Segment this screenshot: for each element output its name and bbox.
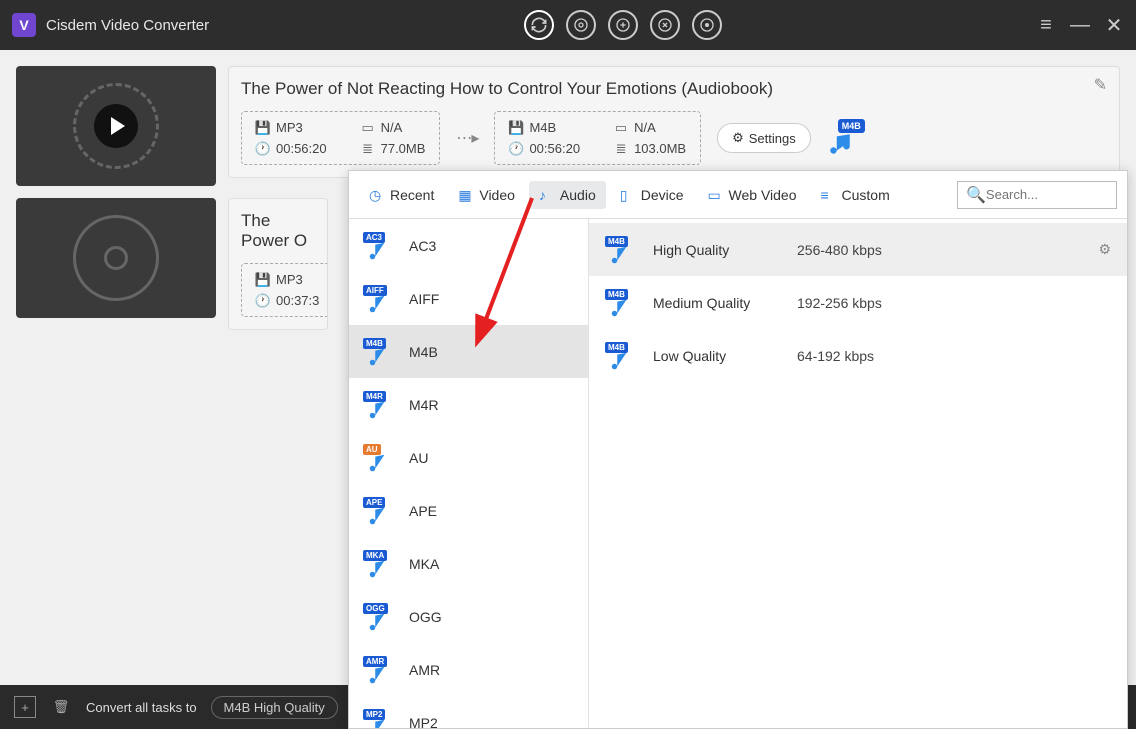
- target-format-selector[interactable]: M4B High Quality: [211, 696, 338, 719]
- quality-item[interactable]: M4BHigh Quality256-480 kbps⚙: [589, 223, 1127, 276]
- rip-icon[interactable]: [566, 10, 596, 40]
- download-icon[interactable]: [608, 10, 638, 40]
- burn-icon[interactable]: [692, 10, 722, 40]
- task-title: The Power of Not Reacting How to Control…: [241, 79, 1107, 99]
- search-input[interactable]: [986, 187, 1106, 202]
- tab-video[interactable]: ▦Video: [448, 181, 525, 209]
- app-title: Cisdem Video Converter: [46, 17, 209, 34]
- size-icon: ≣: [614, 142, 628, 156]
- edit-title-icon[interactable]: ✎: [1094, 75, 1107, 95]
- film-icon: ▦: [458, 187, 474, 203]
- gear-icon[interactable]: ⚙: [1098, 241, 1111, 258]
- save-icon: 💾: [256, 273, 270, 287]
- save-icon: 💾: [509, 121, 523, 135]
- phone-icon: ▯: [620, 187, 636, 203]
- format-popup: ◷Recent ▦Video ♪Audio ▯Device ▭Web Video…: [348, 170, 1128, 729]
- format-item-mka[interactable]: MKAMKA: [349, 537, 588, 590]
- format-item-ac3[interactable]: AC3AC3: [349, 219, 588, 272]
- size-icon: ≣: [361, 142, 375, 156]
- sliders-icon: ≡: [821, 187, 837, 203]
- arrow-icon: ⋯▸: [456, 128, 478, 148]
- quality-list[interactable]: M4BHigh Quality256-480 kbps⚙M4BMedium Qu…: [589, 219, 1127, 728]
- convert-all-label: Convert all tasks to: [86, 700, 197, 715]
- menu-icon[interactable]: ≡: [1036, 14, 1056, 37]
- thumbnail[interactable]: [16, 198, 216, 318]
- minimize-button[interactable]: —: [1070, 14, 1090, 37]
- settings-button[interactable]: ⚙Settings: [717, 123, 811, 153]
- format-item-m4r[interactable]: M4RM4R: [349, 378, 588, 431]
- task-title: The Power O: [241, 211, 315, 251]
- tab-device[interactable]: ▯Device: [610, 181, 694, 209]
- quality-item[interactable]: M4BMedium Quality192-256 kbps: [589, 276, 1127, 329]
- mode-icons: [524, 10, 722, 40]
- tab-custom[interactable]: ≡Custom: [811, 181, 900, 209]
- delete-task-button[interactable]: 🗑: [50, 696, 72, 718]
- popup-tabs: ◷Recent ▦Video ♪Audio ▯Device ▭Web Video…: [349, 171, 1127, 219]
- close-button[interactable]: ✕: [1104, 13, 1124, 38]
- add-task-button[interactable]: +: [14, 696, 36, 718]
- thumbnail[interactable]: [16, 66, 216, 186]
- input-box: 💾MP3 ▭N/A 🕐00:56:20 ≣77.0MB: [241, 111, 440, 165]
- task-card: The Power O 💾MP3 🕐00:37:3: [228, 198, 328, 330]
- gear-icon: ⚙: [732, 130, 744, 146]
- format-item-mp2[interactable]: MP2MP2: [349, 696, 588, 728]
- wave-icon: ♪: [539, 187, 555, 203]
- format-item-ape[interactable]: APEAPE: [349, 484, 588, 537]
- tab-audio[interactable]: ♪Audio: [529, 181, 606, 209]
- format-item-m4b[interactable]: M4BM4B: [349, 325, 588, 378]
- clock-icon: 🕐: [256, 142, 270, 156]
- format-item-amr[interactable]: AMRAMR: [349, 643, 588, 696]
- format-item-aiff[interactable]: AIFFAIFF: [349, 272, 588, 325]
- output-box[interactable]: 💾M4B ▭N/A 🕐00:56:20 ≣103.0MB: [494, 111, 701, 165]
- task-row: The Power of Not Reacting How to Control…: [16, 66, 1120, 186]
- web-icon: ▭: [708, 187, 724, 203]
- titlebar: V Cisdem Video Converter ≡ — ✕: [0, 0, 1136, 50]
- search-box[interactable]: 🔍: [957, 181, 1117, 209]
- app-logo: V: [12, 13, 36, 37]
- res-icon: ▭: [614, 121, 628, 135]
- clock-icon: 🕐: [509, 142, 523, 156]
- format-badge[interactable]: M4B: [827, 119, 865, 157]
- save-icon: 💾: [256, 121, 270, 135]
- tab-webvideo[interactable]: ▭Web Video: [698, 181, 807, 209]
- format-list[interactable]: AC3AC3AIFFAIFFM4BM4BM4RM4RAUAUAPEAPEMKAM…: [349, 219, 589, 728]
- tab-recent[interactable]: ◷Recent: [359, 181, 444, 209]
- input-box: 💾MP3 🕐00:37:3: [241, 263, 328, 317]
- task-card: The Power of Not Reacting How to Control…: [228, 66, 1120, 178]
- convert-icon[interactable]: [524, 10, 554, 40]
- res-icon: ▭: [361, 121, 375, 135]
- clock-icon: 🕐: [256, 294, 270, 308]
- search-icon: 🔍: [966, 185, 986, 205]
- format-item-au[interactable]: AUAU: [349, 431, 588, 484]
- edit-icon[interactable]: [650, 10, 680, 40]
- format-item-ogg[interactable]: OGGOGG: [349, 590, 588, 643]
- quality-item[interactable]: M4BLow Quality64-192 kbps: [589, 329, 1127, 382]
- history-icon: ◷: [369, 187, 385, 203]
